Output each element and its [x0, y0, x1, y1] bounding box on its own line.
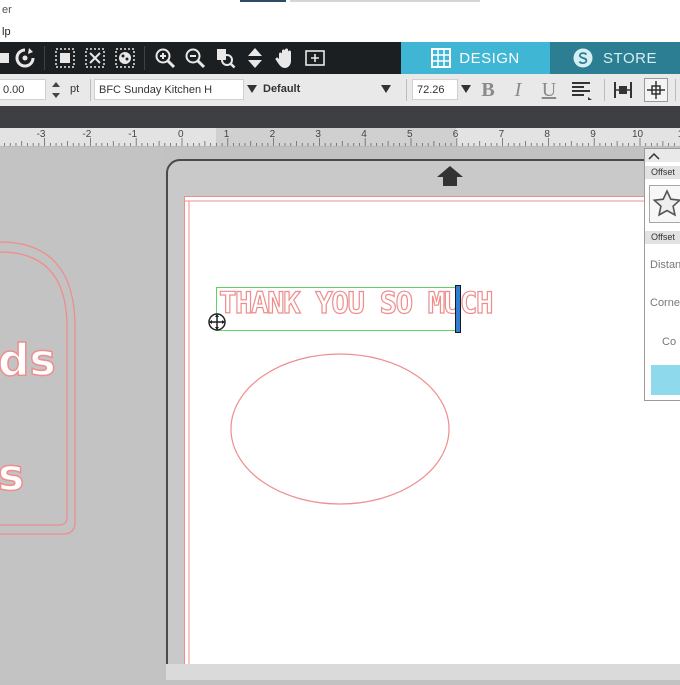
ruler-label: 2: [270, 129, 276, 140]
refresh-icon[interactable]: [12, 45, 38, 71]
select-all-icon[interactable]: [112, 45, 138, 71]
bold-button[interactable]: B: [477, 78, 499, 102]
left-design-shape[interactable]: [0, 147, 164, 680]
ruler-label: -1: [128, 129, 137, 140]
tab-store[interactable]: STORE: [550, 42, 680, 74]
char-spacing-input[interactable]: 0.00: [0, 79, 46, 100]
title-bar: er lp: [0, 0, 680, 42]
pan-hand-icon[interactable]: [272, 45, 298, 71]
toolbar-spacer: [0, 106, 680, 128]
title-divider: [290, 0, 480, 2]
offset-panel: Offset Offset Distan Corne Co: [644, 148, 680, 401]
horizontal-ruler: -4-3-2-101234567891011: [0, 128, 680, 147]
ruler-label: 5: [407, 129, 413, 140]
spacing-stepper[interactable]: [51, 79, 61, 101]
ruler-label: 7: [499, 129, 505, 140]
design-grid-icon: [431, 48, 451, 68]
font-size-input[interactable]: 72.26: [412, 79, 458, 100]
char-spacing-value: 0.00: [3, 84, 24, 96]
title-accent: [240, 0, 286, 2]
menu-help[interactable]: lp: [2, 26, 11, 38]
align-icon[interactable]: [570, 80, 592, 105]
cutting-mat-area: ds s: [0, 147, 164, 680]
ruler-label: 6: [453, 129, 459, 140]
text-toolbar: 0.00 pt BFC Sunday Kitchen H Default 72.…: [0, 74, 680, 107]
ruler-label: 1: [224, 129, 230, 140]
move-down-icon[interactable]: [242, 45, 268, 71]
underline-button[interactable]: U: [538, 78, 560, 102]
star-icon: [652, 189, 680, 219]
ungroup-icon[interactable]: [82, 45, 108, 71]
ruler-label: -2: [82, 129, 91, 140]
ellipse-shape[interactable]: [228, 351, 452, 507]
offset-option-button[interactable]: [649, 185, 680, 223]
ruler-label: 9: [590, 129, 596, 140]
toolbar-separator: [604, 79, 605, 101]
toolbar-separator: [406, 79, 407, 101]
store-s-icon: [573, 48, 593, 68]
zoom-out-icon[interactable]: [182, 45, 208, 71]
italic-button[interactable]: I: [507, 78, 529, 102]
ruler-label: 10: [632, 129, 644, 140]
ruler-label: 8: [544, 129, 550, 140]
font-size-value: 72.26: [417, 84, 445, 96]
text-spacing-icon[interactable]: [612, 79, 634, 106]
font-size-dropdown-icon[interactable]: [460, 82, 472, 100]
toolbar-separator: [44, 46, 45, 70]
ruler-selection-range: [216, 128, 456, 146]
zoom-in-icon[interactable]: [152, 45, 178, 71]
font-style-dropdown-icon[interactable]: [380, 82, 392, 100]
thank-you-text[interactable]: THANK YOU SO MUCH: [219, 286, 492, 320]
canvas-bottom-bar: [166, 664, 680, 680]
group-icon[interactable]: [52, 45, 78, 71]
feed-arrow-icon[interactable]: [436, 165, 464, 192]
tab-design-label: DESIGN: [459, 50, 520, 67]
toolbar-separator: [144, 46, 145, 70]
offset-section-header: Offset: [645, 231, 680, 244]
offset-option-label: Co: [662, 336, 676, 348]
ruler-label: 4: [361, 129, 367, 140]
font-family-value: BFC Sunday Kitchen H: [99, 84, 212, 96]
toolbar-separator: [675, 79, 676, 101]
left-shape-text-1: ds: [0, 335, 56, 386]
unit-label: pt: [70, 83, 79, 95]
distance-label: Distan: [650, 259, 680, 271]
font-family-field[interactable]: BFC Sunday Kitchen H: [94, 79, 244, 100]
ruler-label: -3: [37, 129, 46, 140]
chevron-up-icon: [648, 151, 660, 161]
window-title: er: [2, 4, 12, 16]
font-style-value[interactable]: Default: [263, 83, 300, 95]
apply-offset-button[interactable]: [651, 365, 680, 395]
fit-page-icon[interactable]: [302, 45, 328, 71]
toolbar-separator: [90, 79, 91, 101]
ruler-label: 3: [315, 129, 321, 140]
text-on-path-icon[interactable]: [644, 78, 668, 102]
offset-panel-title: Offset: [645, 166, 680, 179]
zoom-fit-icon[interactable]: [212, 45, 238, 71]
tab-store-label: STORE: [603, 50, 657, 67]
move-handle-icon[interactable]: [206, 311, 228, 338]
ruler-scale: -4-3-2-101234567891011: [0, 128, 680, 146]
font-family-dropdown-icon[interactable]: [246, 82, 258, 100]
text-cursor-handle[interactable]: [455, 285, 461, 333]
left-shape-text-2: s: [0, 450, 24, 501]
corner-label: Corne: [650, 297, 680, 309]
panel-collapse[interactable]: [645, 149, 680, 162]
tab-design[interactable]: DESIGN: [401, 42, 550, 74]
ruler-label: 0: [178, 129, 184, 140]
